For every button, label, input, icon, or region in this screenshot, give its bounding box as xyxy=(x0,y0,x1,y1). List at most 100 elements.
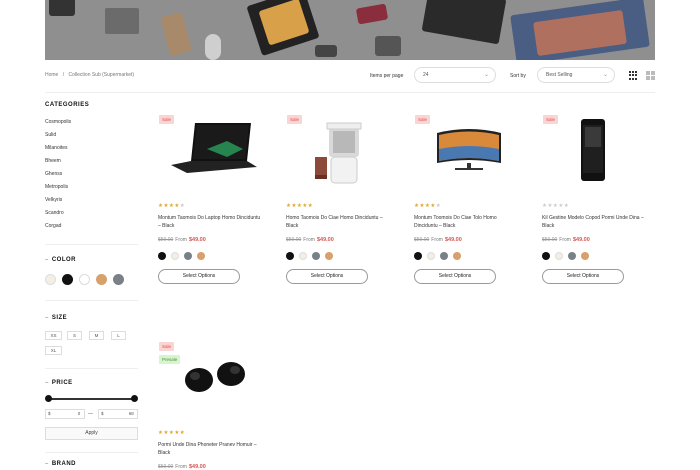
product-card[interactable]: Sale ★★★★★ Homo Taomois Do Ciae Homo Dinci… xyxy=(285,113,395,293)
rating-stars: ★★★★★ xyxy=(158,203,185,209)
color-filter-title: – COLOR xyxy=(45,257,76,263)
juicer-image[interactable] xyxy=(285,113,395,203)
divider xyxy=(45,452,138,453)
product-color-swatch[interactable] xyxy=(440,252,448,260)
color-swatch[interactable] xyxy=(79,274,90,285)
star-icon: ★ xyxy=(307,203,314,209)
select-options-button[interactable]: Select Options xyxy=(414,269,496,284)
size-option[interactable]: S xyxy=(67,331,82,340)
product-title[interactable]: Montum Toomois Do Ciae Tolo Homo Dincidu… xyxy=(414,214,519,230)
price-slider-max-handle[interactable] xyxy=(131,395,138,402)
product-color-swatch[interactable] xyxy=(414,252,422,260)
product-title[interactable]: Kil Gestine Modelo Copod Pormi Unde Dina… xyxy=(542,214,647,230)
product-card[interactable]: Sale ★★★★★ Montum Taomois Do Laptop Homo D… xyxy=(157,113,267,293)
product-card[interactable]: Sale Presale ★★★★★ Pormi Unde Dina Phoneter… xyxy=(157,340,267,470)
product-color-swatch[interactable] xyxy=(555,252,563,260)
collapse-icon[interactable]: – xyxy=(45,315,49,321)
select-options-button[interactable]: Select Options xyxy=(542,269,624,284)
size-option[interactable]: M xyxy=(89,331,104,340)
product-card[interactable]: Sale ★★★★★ Kil Gestine Modelo Copod Pormi … xyxy=(541,113,651,293)
product-image[interactable] xyxy=(541,113,651,203)
sale-price: $49.00 xyxy=(188,237,206,243)
size-option[interactable]: L xyxy=(111,331,126,340)
product-color-swatch[interactable] xyxy=(325,252,333,260)
product-color-swatch[interactable] xyxy=(184,252,192,260)
phone-image[interactable] xyxy=(541,113,651,203)
category-link[interactable]: Milanoites xyxy=(45,145,68,151)
collapse-icon[interactable]: – xyxy=(45,380,49,386)
price-from-label: From xyxy=(559,237,571,243)
price-max-input[interactable]: $ 68 xyxy=(98,409,138,419)
size-option[interactable]: XS xyxy=(45,331,62,340)
product-image[interactable] xyxy=(157,113,267,203)
laptop-image[interactable] xyxy=(157,113,267,203)
sort-select[interactable]: Best Selling ⌄ xyxy=(537,67,615,83)
size-option[interactable]: XL xyxy=(45,346,62,355)
apply-price-button[interactable]: Apply xyxy=(45,427,138,440)
price-slider-track[interactable] xyxy=(48,398,134,400)
star-icon: ★ xyxy=(435,203,442,209)
categories-title: CATEGORIES xyxy=(45,102,90,108)
price-min-input[interactable]: $ 0 xyxy=(45,409,85,419)
earbuds-image[interactable] xyxy=(157,340,267,430)
color-swatch[interactable] xyxy=(45,274,56,285)
category-link[interactable]: Corgad xyxy=(45,223,61,229)
grid-2-view-icon[interactable] xyxy=(646,71,655,80)
chevron-down-icon: ⌄ xyxy=(602,72,608,78)
product-price: $59.00 From $49.00 xyxy=(542,237,590,243)
product-image[interactable] xyxy=(285,113,395,203)
old-price: $59.00 xyxy=(158,464,174,470)
category-link[interactable]: Sulid xyxy=(45,132,56,138)
product-price: $59.00 From $49.00 xyxy=(414,237,462,243)
grid-4-view-icon[interactable] xyxy=(629,71,638,80)
category-link[interactable]: Scandro xyxy=(45,210,64,216)
product-title[interactable]: Homo Taomois Do Ciae Homo Dinciduntu – B… xyxy=(286,214,391,230)
items-per-page-select[interactable]: 24 ⌄ xyxy=(414,67,496,83)
collapse-icon[interactable]: – xyxy=(45,257,49,263)
breadcrumb-home[interactable]: Home xyxy=(45,72,58,78)
product-title[interactable]: Pormi Unde Dina Phoneter Pranev Homuir –… xyxy=(158,441,263,457)
product-color-swatch[interactable] xyxy=(171,252,179,260)
breadcrumb: Home / Collection Sub (Supermarket) xyxy=(45,72,137,78)
product-color-swatch[interactable] xyxy=(427,252,435,260)
category-link[interactable]: Ghenss xyxy=(45,171,62,177)
product-price: $59.00 From $49.00 xyxy=(158,464,206,470)
category-link[interactable]: Cosmopolis xyxy=(45,119,71,125)
old-price: $59.00 xyxy=(414,237,430,243)
product-image[interactable] xyxy=(413,113,523,203)
sort-value: Best Selling xyxy=(546,72,573,78)
product-color-swatch[interactable] xyxy=(568,252,576,260)
select-options-button[interactable]: Select Options xyxy=(286,269,368,284)
product-color-swatch[interactable] xyxy=(542,252,550,260)
product-color-swatch[interactable] xyxy=(312,252,320,260)
category-link[interactable]: Velkyris xyxy=(45,197,62,203)
select-options-button[interactable]: Select Options xyxy=(158,269,240,284)
product-card[interactable]: Sale ★★★★★ Montum Toomois Do Ciae Tolo Hom… xyxy=(413,113,523,293)
banner-product-image xyxy=(355,3,389,25)
banner-product-image xyxy=(160,11,192,57)
rating-stars: ★★★★★ xyxy=(542,203,569,209)
color-swatch[interactable] xyxy=(96,274,107,285)
category-link[interactable]: Bheem xyxy=(45,158,61,164)
product-color-swatch[interactable] xyxy=(286,252,294,260)
star-icon: ★ xyxy=(179,203,186,209)
product-color-swatch[interactable] xyxy=(197,252,205,260)
product-image[interactable] xyxy=(157,340,267,430)
hero-banner xyxy=(45,0,655,60)
price-slider-min-handle[interactable] xyxy=(45,395,52,402)
color-swatch[interactable] xyxy=(62,274,73,285)
collapse-icon[interactable]: – xyxy=(45,461,49,467)
banner-product-image xyxy=(315,45,337,57)
product-title[interactable]: Montum Taomois Do Laptop Homo Dinciduntu… xyxy=(158,214,263,230)
tv-image[interactable] xyxy=(413,113,523,203)
product-color-swatch[interactable] xyxy=(453,252,461,260)
price-max-value: 68 xyxy=(128,411,134,416)
sale-badge: Sale xyxy=(159,115,175,124)
product-color-swatch[interactable] xyxy=(581,252,589,260)
sale-badge: Sale xyxy=(415,115,431,124)
color-swatch[interactable] xyxy=(113,274,124,285)
category-link[interactable]: Metropolis xyxy=(45,184,68,190)
price-range-separator: — xyxy=(88,411,93,417)
product-color-swatch[interactable] xyxy=(299,252,307,260)
product-color-swatch[interactable] xyxy=(158,252,166,260)
